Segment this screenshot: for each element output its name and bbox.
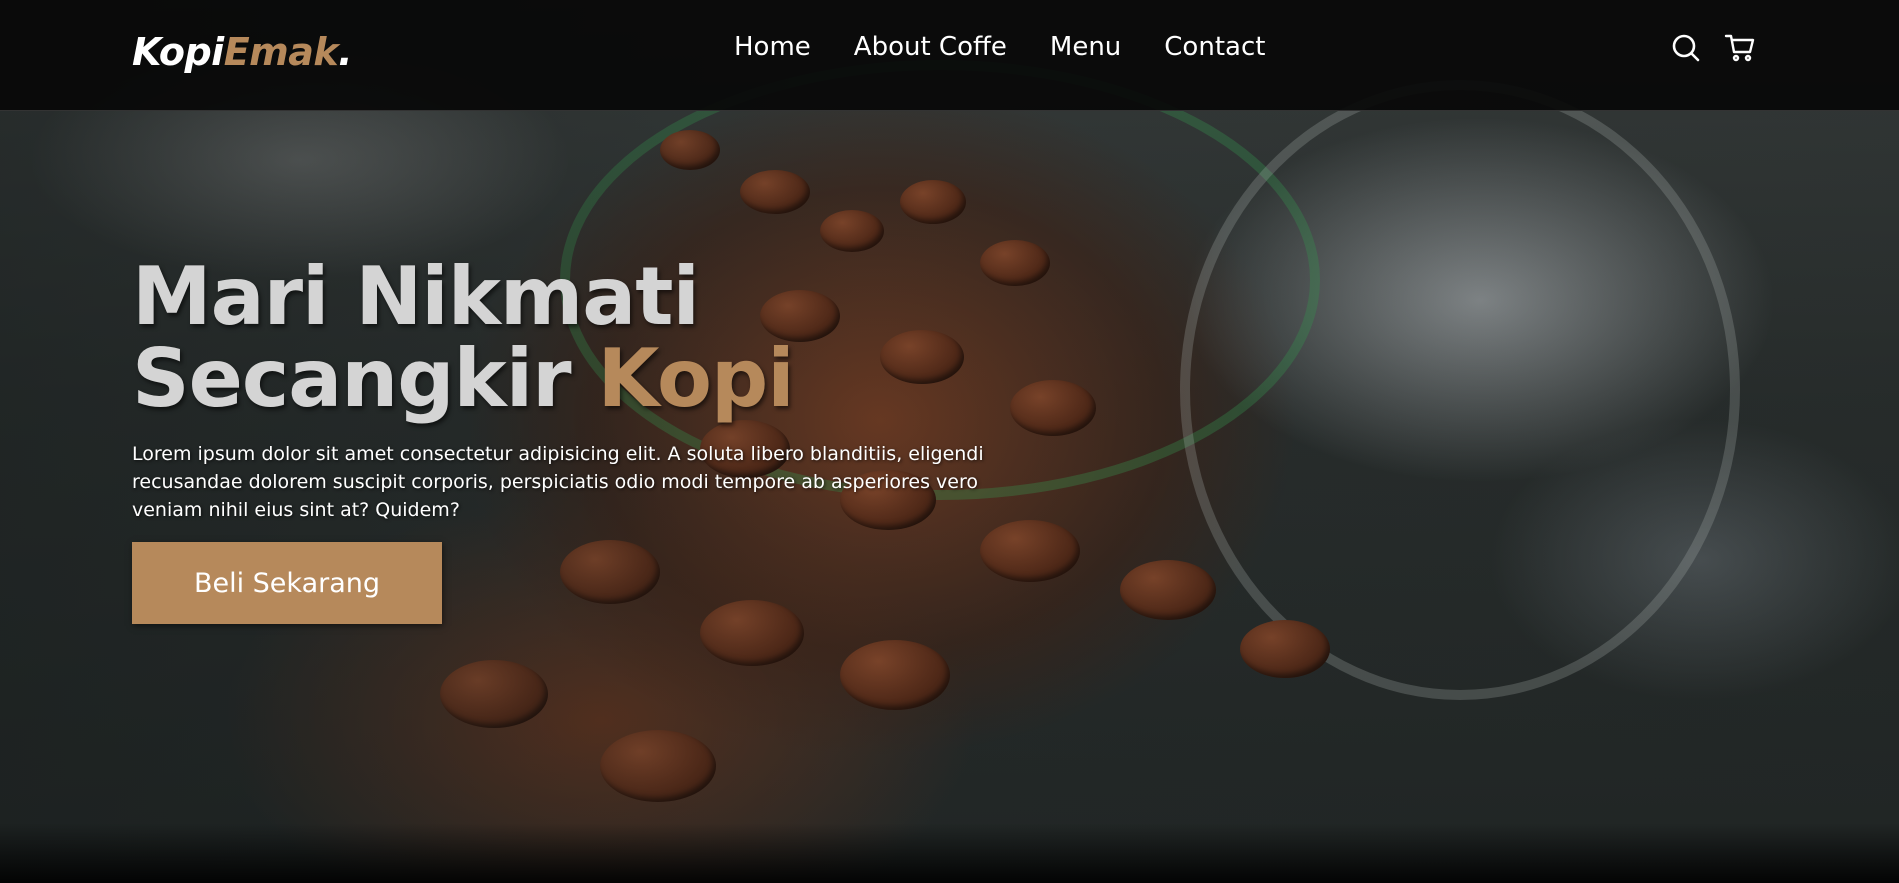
nav-link-about[interactable]: About Coffe [854, 30, 1007, 64]
hero-title-line2: Secangkir [132, 332, 598, 425]
hero-description: Lorem ipsum dolor sit amet consectetur a… [132, 443, 984, 521]
buy-now-button[interactable]: Beli Sekarang [132, 542, 442, 624]
site-logo[interactable]: KopiEmak. [132, 30, 353, 74]
logo-text-emak: Emak [223, 30, 339, 74]
hero-title-accent: Kopi [597, 332, 794, 425]
cart-icon[interactable] [1724, 32, 1756, 64]
nav-icons [1670, 32, 1756, 64]
bottom-fade [0, 823, 1899, 883]
hero-title: Mari Nikmati Secangkir Kopi [132, 256, 795, 420]
logo-text-dot: . [338, 30, 353, 74]
search-icon[interactable] [1670, 32, 1702, 64]
logo-text-kopi: Kopi [132, 30, 224, 74]
nav-link-contact[interactable]: Contact [1164, 30, 1265, 64]
navbar: KopiEmak. Home About Coffe Menu Contact [0, 0, 1899, 111]
nav-menu: Home About Coffe Menu Contact [734, 30, 1308, 64]
hero-title-line1: Mari Nikmati [132, 250, 700, 343]
nav-link-menu[interactable]: Menu [1050, 30, 1121, 64]
nav-link-home[interactable]: Home [734, 30, 811, 64]
